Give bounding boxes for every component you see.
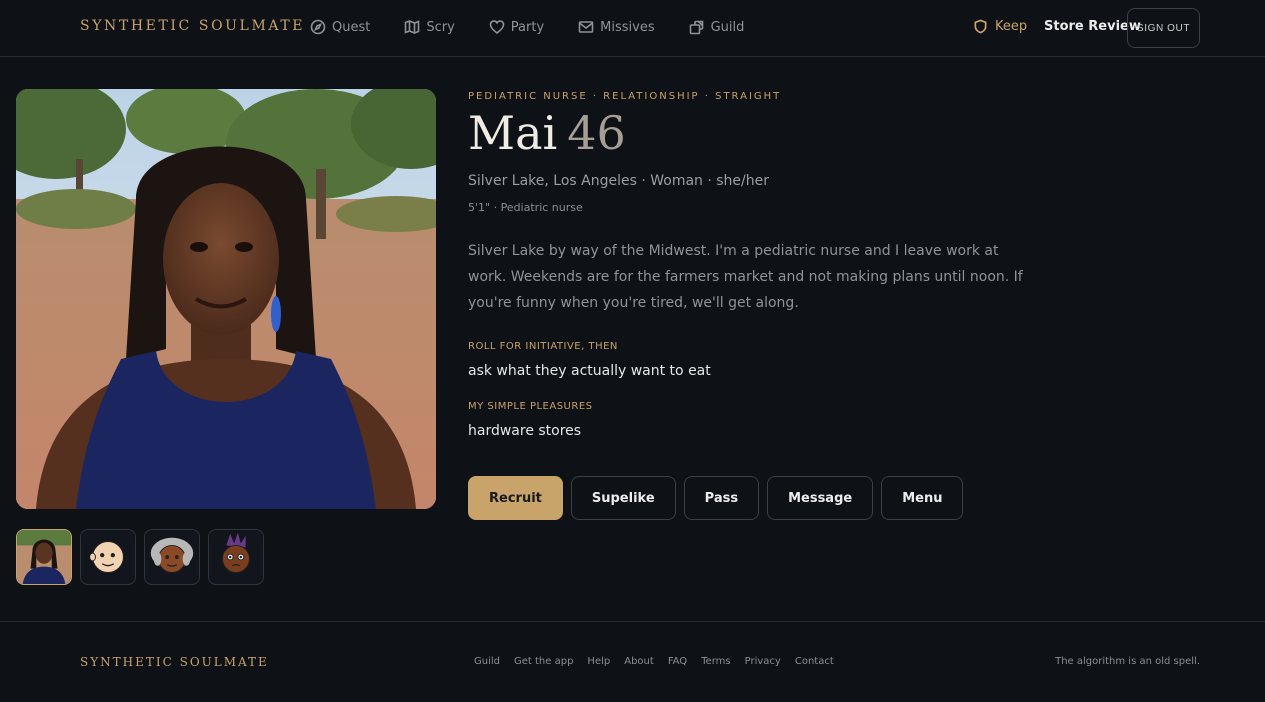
nav-item-label: Guild bbox=[710, 19, 745, 35]
footer-link-privacy[interactable]: Privacy bbox=[745, 656, 781, 667]
sign-out-button[interactable]: SIGN OUT bbox=[1127, 8, 1200, 48]
prompt-label: MY SIMPLE PLEASURES bbox=[468, 401, 593, 412]
compass-icon bbox=[310, 19, 326, 35]
bald-avatar-icon bbox=[89, 541, 124, 573]
grey-hair-avatar-icon bbox=[150, 537, 194, 573]
superlike-button[interactable]: Supelike bbox=[570, 476, 676, 520]
prompt-label: ROLL FOR INITIATIVE, THEN bbox=[468, 341, 618, 352]
map-icon bbox=[405, 20, 420, 34]
page-footer: SYNTHETIC SOULMATE Guild Get the app Hel… bbox=[0, 621, 1265, 702]
purple-hair-avatar-icon bbox=[222, 532, 250, 573]
footer-link-about[interactable]: About bbox=[624, 656, 654, 667]
footer-link-faq[interactable]: FAQ bbox=[668, 656, 687, 667]
prompt-answer: ask what they actually want to eat bbox=[468, 363, 711, 379]
profile-meta: 5'1" · Pediatric nurse bbox=[468, 201, 583, 214]
photo-thumbnail-1[interactable] bbox=[16, 529, 72, 585]
footer-link-get-the-app[interactable]: Get the app bbox=[514, 656, 573, 667]
profile-actions: Recruit Supelike Pass Message Menu bbox=[468, 476, 964, 520]
pass-button[interactable]: Pass bbox=[683, 476, 760, 520]
nav-item-party[interactable]: Party bbox=[489, 19, 544, 35]
menu-button[interactable]: Menu bbox=[881, 476, 964, 520]
message-button[interactable]: Message bbox=[767, 476, 874, 520]
nav-item-missives[interactable]: Missives bbox=[578, 19, 655, 35]
mail-icon bbox=[578, 21, 594, 33]
shield-icon bbox=[974, 19, 987, 34]
profile-age: 46 bbox=[567, 106, 626, 160]
photo-thumbnail-strip bbox=[16, 529, 264, 585]
footer-link-guild[interactable]: Guild bbox=[474, 656, 500, 667]
nav-item-label: Party bbox=[510, 19, 545, 35]
profile-photo-image bbox=[16, 89, 436, 509]
nav-item-guild[interactable]: Guild bbox=[689, 19, 745, 35]
nav-item-quest[interactable]: Quest bbox=[310, 19, 370, 35]
profile-name-heading: Mai 46 bbox=[468, 106, 626, 160]
nav-item-label: Missives bbox=[600, 19, 655, 35]
photo-thumbnail-2[interactable] bbox=[80, 529, 136, 585]
profile-name: Mai bbox=[468, 106, 558, 160]
nav-item-scry[interactable]: Scry bbox=[404, 19, 455, 35]
photo-thumbnail-4[interactable] bbox=[208, 529, 264, 585]
profile-bio: Silver Lake by way of the Midwest. I'm a… bbox=[468, 243, 1023, 311]
brand-logo[interactable]: SYNTHETIC SOULMATE bbox=[80, 18, 305, 34]
nav-item-label: Scry bbox=[426, 19, 455, 35]
photo-thumbnail-3[interactable] bbox=[144, 529, 200, 585]
footer-brand-logo[interactable]: SYNTHETIC SOULMATE bbox=[80, 655, 269, 669]
profile-location: Silver Lake, Los Angeles · Woman · she/h… bbox=[468, 173, 769, 189]
heart-icon bbox=[489, 20, 505, 35]
footer-link-terms[interactable]: Terms bbox=[701, 656, 730, 667]
main-nav: Quest Scry Party Missives Guild bbox=[310, 19, 778, 35]
prompt-answer: hardware stores bbox=[468, 423, 582, 439]
recruit-button[interactable]: Recruit bbox=[468, 476, 563, 520]
profile-photo[interactable] bbox=[16, 89, 436, 509]
keep-link[interactable]: Keep bbox=[973, 19, 1027, 34]
keep-label: Keep bbox=[995, 19, 1028, 34]
footer-link-contact[interactable]: Contact bbox=[795, 656, 834, 667]
footer-tagline: The algorithm is an old spell. bbox=[1055, 656, 1200, 667]
nav-item-label: Quest bbox=[332, 19, 371, 35]
thumbnail-image bbox=[17, 530, 71, 584]
footer-link-help[interactable]: Help bbox=[587, 656, 610, 667]
guild-icon bbox=[689, 20, 703, 35]
top-nav-bar: SYNTHETIC SOULMATE Quest Scry Party Miss… bbox=[0, 0, 1265, 57]
profile-tagline: PEDIATRIC NURSE · RELATIONSHIP · STRAIGH… bbox=[468, 91, 782, 102]
footer-links: Guild Get the app Help About FAQ Terms P… bbox=[474, 656, 834, 667]
